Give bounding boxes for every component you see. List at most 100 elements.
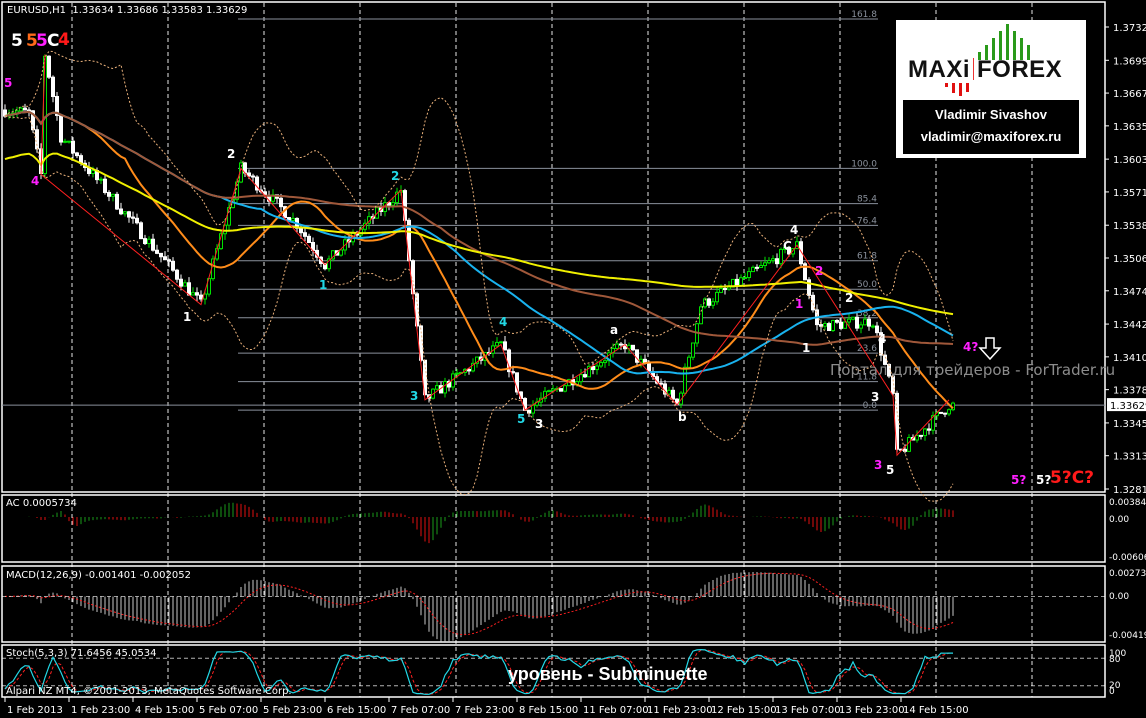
candle-body — [71, 140, 75, 154]
time-tick-label: 8 Feb 15:00 — [519, 705, 578, 716]
ac-label: AC 0.0005734 — [6, 498, 77, 509]
candle-body — [659, 382, 663, 385]
candle-body — [27, 109, 31, 112]
macd-histogram — [8, 571, 954, 643]
indicator-axis-label: 0.00 — [1109, 515, 1129, 525]
price-tick-label: 1.35065 — [1113, 254, 1146, 265]
time-tick-label: 6 Feb 15:00 — [327, 705, 386, 716]
candle-body — [939, 411, 943, 414]
candle-body — [683, 366, 687, 394]
candle-body — [687, 356, 691, 368]
candle-body — [767, 260, 771, 264]
wave-label: 5 — [517, 412, 526, 426]
candle-body — [143, 238, 147, 245]
time-tick-label: 11 Feb 07:00 — [583, 705, 649, 716]
current-price-label: 1.33629 — [1110, 401, 1146, 412]
wave-label: 5 — [886, 463, 895, 477]
candle-body — [179, 278, 183, 287]
indicator-axis-label: -0.006065 — [1109, 553, 1146, 563]
candle-body — [195, 292, 199, 296]
candle-body — [63, 140, 67, 143]
candle-body — [23, 107, 27, 111]
candle-body — [115, 193, 119, 210]
candle-body — [907, 437, 911, 452]
wave-label: 5 — [4, 76, 13, 90]
time-tick-label: 1 Feb 23:00 — [71, 705, 130, 716]
candle-body — [595, 365, 599, 371]
price-tick-label: 1.34100 — [1113, 353, 1146, 364]
candle-body — [771, 258, 775, 262]
candle-body — [867, 318, 871, 327]
candle-body — [111, 193, 115, 197]
price-tick-label: 1.35385 — [1113, 221, 1146, 232]
candle-body — [927, 428, 931, 431]
candle-body — [851, 316, 855, 320]
candle-body — [671, 389, 675, 400]
candle-body — [831, 319, 835, 332]
symbol-name: EURUSD,H1 — [7, 5, 67, 16]
candle-body — [51, 76, 55, 98]
candle-body — [99, 178, 103, 181]
wave-label: 4 — [790, 223, 799, 237]
candle-body — [503, 341, 507, 351]
candle-body — [167, 259, 171, 262]
price-tick-label: 1.37320 — [1113, 23, 1146, 34]
wave-label: C — [783, 239, 792, 253]
wave-label: 5? — [1011, 473, 1027, 487]
candle-body — [67, 140, 71, 143]
candle-body — [615, 343, 619, 349]
wave-label: 2 — [845, 291, 854, 305]
candle-body — [715, 291, 719, 303]
ohlc-high: 1.33686 — [116, 5, 159, 16]
wave-label: 4 — [58, 30, 70, 50]
fib-level-label: 161.8 — [851, 10, 877, 20]
candle-body — [579, 374, 583, 383]
candle-body — [159, 252, 163, 258]
candle-body — [59, 114, 63, 143]
price-tick-label: 1.34420 — [1113, 320, 1146, 331]
candle-body — [251, 175, 255, 178]
wave-label: a — [610, 323, 619, 337]
time-tick-label: 13 Feb 07:00 — [775, 705, 841, 716]
candle-body — [299, 227, 303, 234]
time-tick-label: 7 Feb 23:00 — [455, 705, 514, 716]
candle-body — [119, 208, 123, 215]
indicator-axis-label: 0.002736 — [1109, 569, 1146, 579]
candle-body — [127, 211, 131, 218]
price-tick-label: 1.33780 — [1113, 386, 1146, 397]
candle-body — [187, 282, 191, 296]
candle-body — [811, 294, 815, 311]
watermark: Портал для трейдеров - ForTrader.ru — [830, 361, 1116, 379]
candle-body — [699, 306, 703, 325]
fib-level-label: 61.8 — [857, 252, 877, 262]
fib-level-label: 76.4 — [857, 216, 877, 226]
candle-body — [443, 380, 447, 394]
candle-body — [47, 55, 51, 78]
candle-body — [171, 260, 175, 271]
wave-label: 5 — [11, 31, 23, 51]
wave-label: 3 — [410, 389, 419, 403]
indicator-axis-label: 80 — [1109, 655, 1121, 665]
candle-body — [835, 319, 839, 323]
price-tick-label: 1.33135 — [1113, 452, 1146, 463]
candle-body — [631, 344, 635, 351]
candle-body — [603, 360, 607, 364]
time-tick-label: 5 Feb 07:00 — [199, 705, 258, 716]
time-tick-label: 4 Feb 15:00 — [135, 705, 194, 716]
logo-brand: MAXi FOREX — [908, 56, 1063, 83]
author-email: vladimir@maxiforex.ru — [920, 129, 1062, 144]
candle-body — [943, 412, 947, 415]
candle-body — [495, 341, 499, 347]
copyright: Alpari NZ MT4, ©2001-2013, MetaQuotes So… — [6, 686, 292, 697]
wave-label: 3 — [874, 458, 883, 472]
macd-label: MACD(12,26,9) -0.001401 -0.002052 — [6, 570, 191, 581]
wave-label: 4 — [878, 332, 887, 346]
price-tick-label: 1.36995 — [1113, 56, 1146, 67]
candle-body — [91, 170, 95, 174]
candle-body — [467, 368, 471, 372]
candle-body — [947, 409, 951, 415]
wave-label: 1 — [319, 278, 328, 292]
candle-body — [511, 371, 515, 374]
candle-body — [563, 385, 567, 392]
ohlc-low: 1.33583 — [161, 5, 203, 16]
